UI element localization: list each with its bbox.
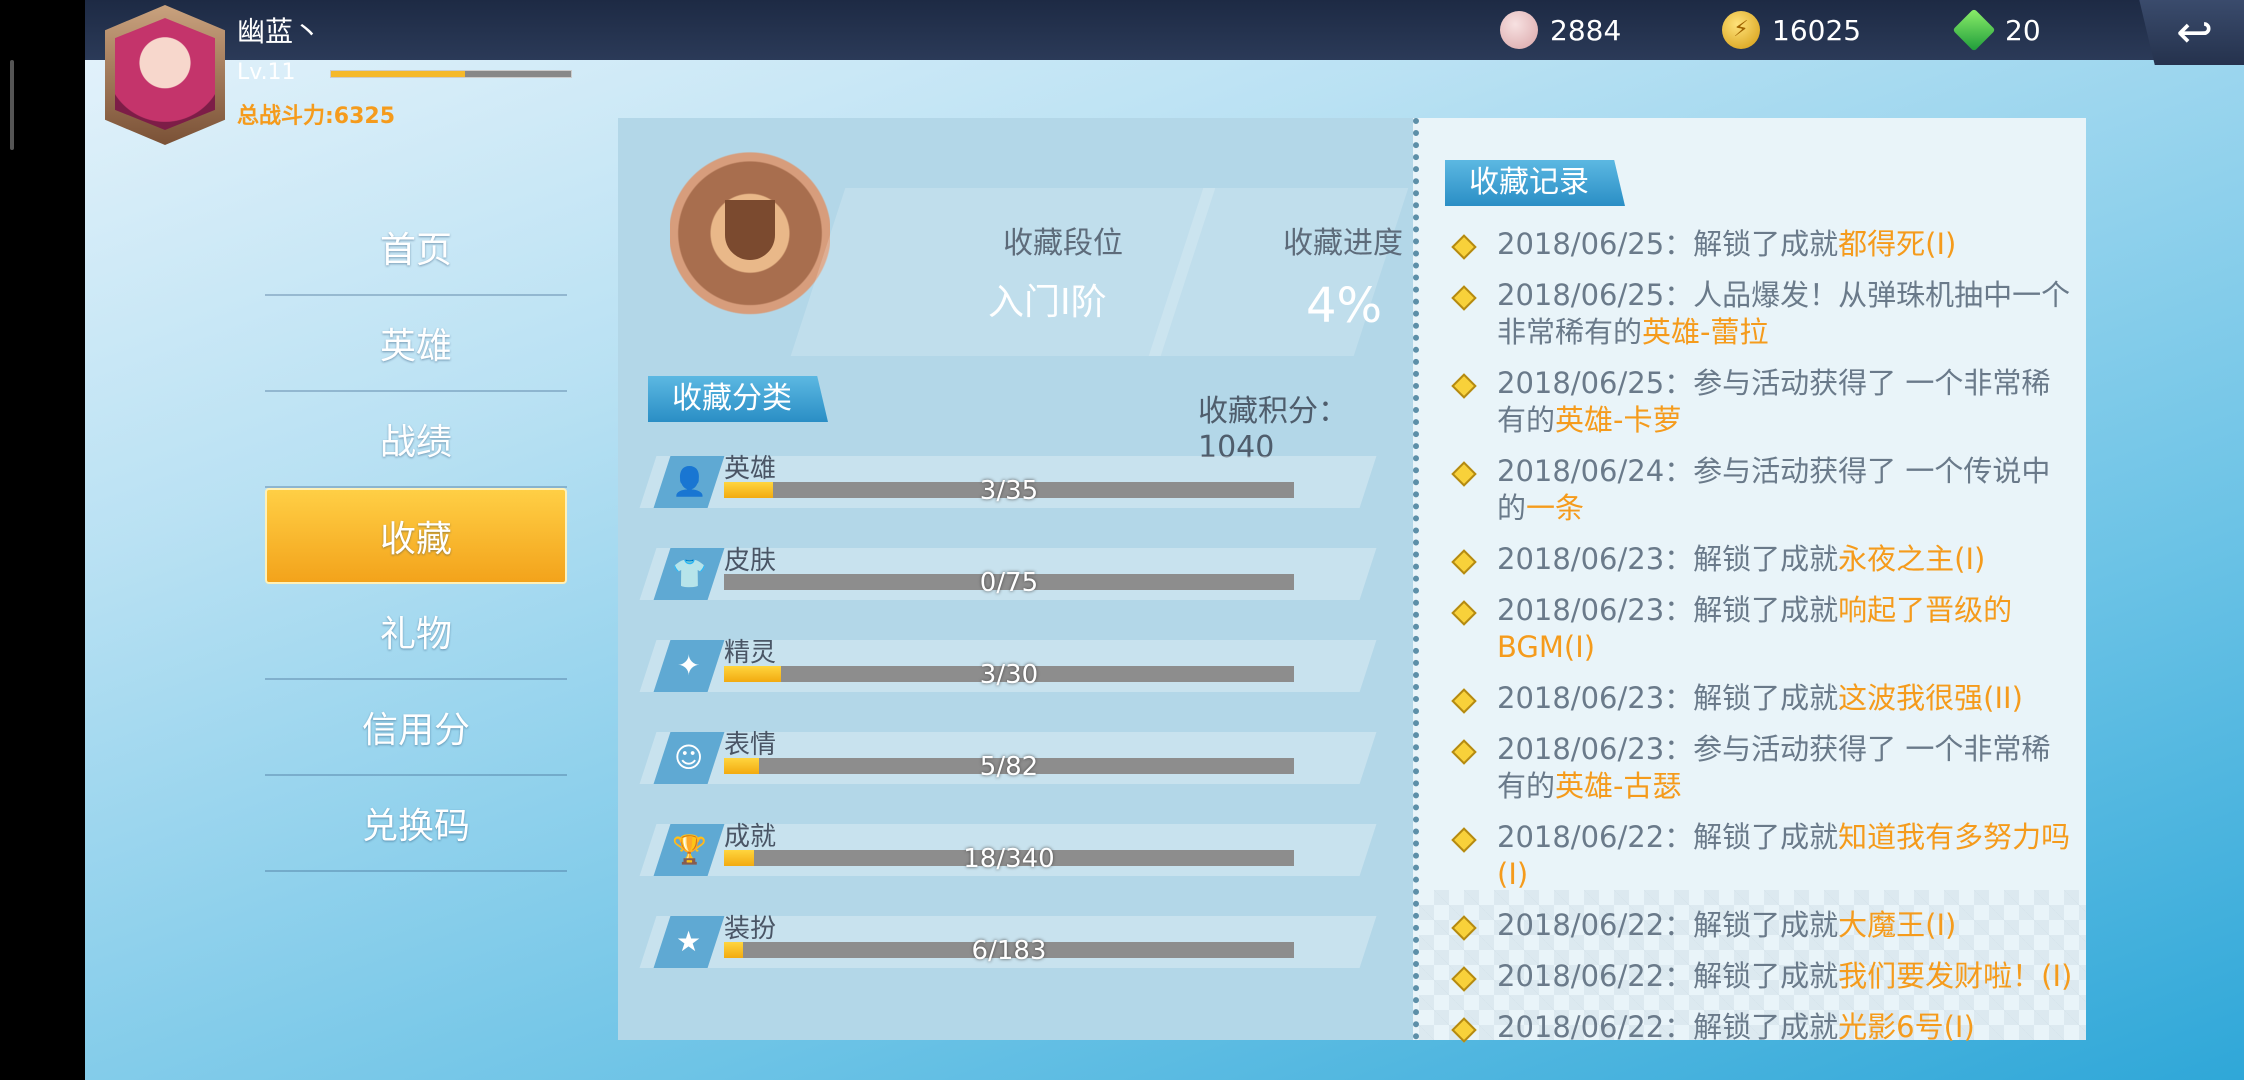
nav-item-label: 战绩 [379,422,452,463]
records-panel: 收藏记录 2018/06/25：解锁了成就都得死(I) 2018/06/25：人品… [1413,118,2086,1044]
record-text: 2018/06/25：解锁了成就 [1497,227,1839,261]
diamond-bullet-icon [1451,461,1477,487]
nav-item-label: 首页 [379,230,452,271]
record-item: 2018/06/25：人品爆发！从弹珠机抽中一个非常稀有的英雄-蕾拉 [1449,277,2079,351]
category-title: 收藏分类 [648,376,828,422]
record-text: 2018/06/22：解锁了成就 [1497,908,1839,942]
nav-item-label: 收藏 [379,519,452,560]
side-nav: 首页英雄战绩收藏礼物信用分兑换码 [265,200,567,872]
record-item: 2018/06/25：解锁了成就都得死(I) [1449,226,2079,263]
category-count: 3/35 [979,476,1039,506]
diamond-bullet-icon [1451,373,1477,399]
record-item: 2018/06/22：解锁了成就光影6号(I) [1449,1009,2079,1046]
shell-currency[interactable]: 2884 [1500,10,1621,50]
category-count: 3/30 [979,660,1039,690]
nav-item-2[interactable]: 战绩 [265,392,567,488]
gold-coin-icon: ⚡ [1722,11,1760,49]
category-row[interactable]: 🏆 成就 18/340 [639,816,1377,880]
diamond-bullet-icon [1451,285,1477,311]
record-highlight: 我们要发财啦！(I) [1838,959,2073,993]
nav-item-6[interactable]: 兑换码 [265,776,567,872]
gold-currency[interactable]: ⚡ 16025 [1722,10,1861,50]
category-count: 5/82 [979,752,1039,782]
nav-item-label: 礼物 [379,614,452,655]
record-highlight: 英雄-蕾拉 [1642,315,1769,349]
category-count: 0/75 [979,568,1039,598]
records-list[interactable]: 2018/06/25：解锁了成就都得死(I) 2018/06/25：人品爆发！从弹… [1449,226,2079,1060]
record-text: 2018/06/23：解锁了成就 [1497,542,1839,576]
progress-label: 收藏进度 [1283,226,1403,261]
gem-amount: 20 [2005,13,2041,47]
nav-item-5[interactable]: 信用分 [265,680,567,776]
record-text: 2018/06/25：人品爆发！从弹珠机抽中一个非常稀有的 [1497,278,2071,349]
nav-item-1[interactable]: 英雄 [265,296,567,392]
top-bar [85,0,2244,60]
avatar[interactable] [115,18,215,130]
record-highlight: 一条 [1526,491,1585,525]
record-item: 2018/06/22：解锁了成就大魔王(I) [1449,907,2079,944]
record-text: 2018/06/22：解锁了成就 [1497,1010,1839,1044]
nav-item-0[interactable]: 首页 [265,200,567,296]
record-item: 2018/06/23：解锁了成就永夜之主(I) [1449,541,2079,578]
record-text: 2018/06/22：解锁了成就 [1497,820,1839,854]
diamond-bullet-icon [1451,600,1477,626]
diamond-bullet-icon [1451,234,1477,260]
category-row[interactable]: 👕 皮肤 0/75 [639,540,1377,604]
collection-panel: 收藏段位 入门Ⅰ阶 收藏进度 4% 收藏分类 收藏积分：1040 👤 英雄 3/35… [618,118,1413,1040]
record-item: 2018/06/22：解锁了成就知道我有多努力吗(I) [1449,819,2079,893]
category-row[interactable]: ★ 装扮 6/183 [639,908,1377,972]
records-title: 收藏记录 [1445,160,1625,206]
player-name: 幽蓝丶 [237,15,322,48]
record-item: 2018/06/24：参与活动获得了 一个传说中的一条 [1449,453,2079,527]
category-row[interactable]: ✦ 精灵 3/30 [639,632,1377,696]
nav-item-label: 兑换码 [361,806,470,847]
progress-value: 4% [1306,278,1383,334]
diamond-bullet-icon [1451,1017,1477,1043]
diamond-bullet-icon [1451,739,1477,765]
record-highlight: 大魔王(I) [1838,908,1957,942]
category-row[interactable]: ☺ 表情 5/82 [639,724,1377,788]
diamond-bullet-icon [1451,966,1477,992]
nav-item-4[interactable]: 礼物 [265,584,567,680]
gold-amount: 16025 [1772,13,1862,47]
diamond-bullet-icon [1451,827,1477,853]
record-item: 2018/06/25：参与活动获得了 一个非常稀有的英雄-卡萝 [1449,365,2079,439]
system-edge-handle [10,60,14,150]
record-highlight: 光影6号(I) [1838,1010,1975,1044]
category-count: 18/340 [963,844,1055,874]
record-highlight: 英雄-古瑟 [1555,769,1682,803]
nav-item-3[interactable]: 收藏 [265,488,567,584]
diamond-bullet-icon [1451,549,1477,575]
gem-icon [1952,8,1996,52]
record-highlight: 都得死(I) [1838,227,1957,261]
diamond-bullet-icon [1451,915,1477,941]
record-item: 2018/06/23：解锁了成就这波我很强(II) [1449,680,2079,717]
record-highlight: 英雄-卡萝 [1555,403,1682,437]
record-text: 2018/06/23：解锁了成就 [1497,681,1839,715]
back-arrow-icon: ↩ [2176,7,2213,58]
record-text: 2018/06/22：解锁了成就 [1497,959,1839,993]
total-power: 总战斗力:6325 [237,104,396,129]
gem-currency[interactable]: 20 [1952,8,2041,52]
record-highlight: 永夜之主(I) [1838,542,1986,576]
player-level: Lv.11 [237,60,296,85]
record-item: 2018/06/23：解锁了成就响起了晋级的BGM(I) [1449,592,2079,666]
rank-value: 入门Ⅰ阶 [988,282,1107,323]
nav-item-label: 英雄 [379,326,452,367]
record-text: 2018/06/23：解锁了成就 [1497,593,1839,627]
exp-bar-fill [331,71,466,77]
shell-amount: 2884 [1550,13,1622,47]
exp-bar [330,70,572,78]
nav-item-label: 信用分 [361,710,470,751]
category-count: 6/183 [971,936,1047,966]
record-item: 2018/06/22：解锁了成就我们要发财啦！(I) [1449,958,2079,995]
diamond-bullet-icon [1451,688,1477,714]
record-highlight: 这波我很强(II) [1838,681,2023,715]
game-screen: 幽蓝丶 Lv.11 总战斗力:6325 2884 ⚡ 16025 20 ↩ 首页… [85,0,2244,1080]
category-row[interactable]: 👤 英雄 3/35 [639,448,1377,512]
shell-icon [1500,11,1538,49]
rank-label: 收藏段位 [1003,226,1123,261]
rank-box [790,188,1216,356]
record-item: 2018/06/23：参与活动获得了 一个非常稀有的英雄-古瑟 [1449,731,2079,805]
